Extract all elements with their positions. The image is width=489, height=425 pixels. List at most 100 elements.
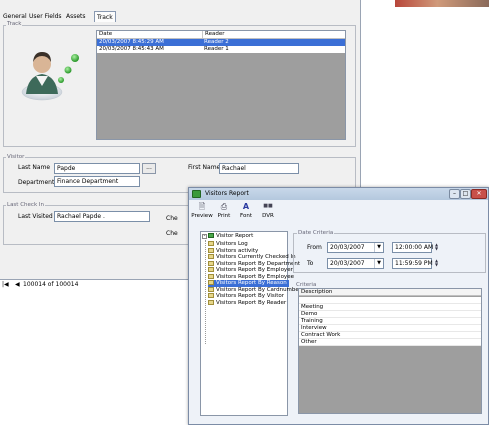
tree-item-label: Visitors Log bbox=[216, 241, 248, 247]
visitors-report-window: Visitors Report – □ ✕ 🗎 Preview ⎙ Print … bbox=[188, 187, 489, 425]
report-icon bbox=[208, 254, 214, 259]
table-row[interactable]: Training bbox=[299, 318, 481, 325]
table-row[interactable]: Demo bbox=[299, 311, 481, 318]
from-date-picker[interactable]: 20/03/2007 ▼ bbox=[327, 242, 384, 253]
tab-user-fields[interactable]: User Fields bbox=[27, 11, 64, 22]
report-window-title: Visitors Report bbox=[205, 190, 249, 197]
tree-connector bbox=[205, 240, 206, 344]
table-row[interactable]: Interview bbox=[299, 325, 481, 332]
report-icon bbox=[208, 247, 214, 253]
table-row[interactable] bbox=[299, 297, 481, 304]
first-name-field[interactable]: Rachael bbox=[219, 163, 299, 174]
font-button[interactable]: A Font bbox=[235, 202, 257, 219]
check-in-legend: Last Check In bbox=[6, 202, 45, 208]
tab-assets[interactable]: Assets bbox=[64, 11, 88, 22]
first-record-icon[interactable]: |◀ bbox=[2, 279, 9, 291]
tree-item-label: Visitors Report By Reason bbox=[216, 280, 287, 286]
tree-item-label: Visitors Report By Reader bbox=[216, 299, 287, 306]
from-date-value: 20/03/2007 bbox=[330, 244, 365, 251]
last-name-label: Last Name bbox=[18, 164, 51, 171]
chevron-down-icon[interactable]: ▼ bbox=[374, 243, 383, 252]
collapse-icon[interactable]: - bbox=[202, 234, 207, 239]
table-row[interactable]: Other bbox=[299, 339, 481, 346]
report-icon bbox=[208, 273, 214, 279]
report-icon bbox=[208, 260, 214, 266]
font-icon: A bbox=[242, 202, 250, 211]
check-label: Che bbox=[166, 215, 178, 222]
print-label: Print bbox=[217, 213, 231, 219]
to-date-value: 20/03/2007 bbox=[330, 260, 365, 267]
maximize-icon[interactable]: □ bbox=[460, 189, 471, 199]
spinner-icon[interactable]: ▲ ▼ bbox=[433, 243, 440, 252]
column-header-date[interactable]: Date bbox=[99, 31, 112, 38]
to-time-field[interactable]: 11:59:59 PM ▲ ▼ bbox=[392, 258, 438, 269]
record-position: 100014 of 100014 bbox=[23, 281, 79, 288]
track-reader-cell: Reader 2 bbox=[204, 39, 229, 45]
report-folder-icon bbox=[208, 233, 214, 238]
print-button[interactable]: ⎙ Print bbox=[213, 202, 235, 219]
spinner-icon[interactable]: ▲ ▼ bbox=[433, 259, 440, 268]
preview-button[interactable]: 🗎 Preview bbox=[191, 202, 213, 219]
user-avatar-icon bbox=[21, 52, 79, 101]
report-icon bbox=[208, 241, 214, 246]
track-grid[interactable]: Date Reader 20/03/2007 8:45:29 AM Reader… bbox=[96, 30, 346, 140]
report-icon bbox=[208, 299, 214, 305]
dvr-button[interactable]: ■■ DVR bbox=[257, 202, 279, 219]
table-row[interactable]: Contract Work bbox=[299, 332, 481, 339]
department-field[interactable]: Finance Department bbox=[54, 176, 140, 187]
tree-item-label: Visitors activity bbox=[216, 247, 259, 254]
report-icon bbox=[208, 286, 214, 292]
chevron-down-icon[interactable]: ▼ bbox=[374, 259, 383, 268]
tree-item-label: Visitors Report By Employer bbox=[216, 267, 293, 273]
previous-record-icon[interactable]: ◀ bbox=[15, 279, 20, 291]
dvr-label: DVR bbox=[262, 213, 274, 219]
report-icon bbox=[208, 293, 214, 298]
table-row[interactable]: Meeting bbox=[299, 304, 481, 311]
track-date-cell: 20/03/2007 8:45:43 AM bbox=[99, 46, 164, 52]
table-row[interactable]: 20/03/2007 8:45:29 AM Reader 2 bbox=[97, 39, 345, 46]
tree-root-label: Visitor Report bbox=[216, 233, 254, 239]
track-reader-cell: Reader 1 bbox=[204, 46, 229, 52]
from-time-field[interactable]: 12:00:00 AM ▲ ▼ bbox=[392, 242, 438, 253]
preview-label: Preview bbox=[191, 213, 213, 219]
tree-root[interactable]: - Visitor Report bbox=[202, 233, 253, 240]
dvr-icon: ■■ bbox=[263, 203, 273, 209]
to-date-picker[interactable]: 20/03/2007 ▼ bbox=[327, 258, 384, 269]
department-label: Department bbox=[18, 179, 55, 186]
date-criteria-group bbox=[293, 233, 486, 273]
table-row[interactable]: 20/03/2007 8:45:43 AM Reader 1 bbox=[97, 46, 345, 53]
last-name-field[interactable]: Papde bbox=[54, 163, 140, 174]
tree-item[interactable]: Visitors Report By Reader bbox=[208, 299, 287, 307]
minimize-icon[interactable]: – bbox=[449, 189, 460, 199]
tree-item-label: Visitors Currently Checked In bbox=[216, 254, 296, 260]
tab-track[interactable]: Track bbox=[94, 11, 116, 22]
report-title-bar[interactable]: Visitors Report – □ ✕ bbox=[189, 188, 488, 200]
column-header-reader[interactable]: Reader bbox=[202, 31, 224, 38]
track-legend: Track bbox=[6, 21, 23, 27]
track-grid-header: Date Reader bbox=[97, 31, 345, 39]
tree-item-label: Visitors Report By Visitor bbox=[216, 293, 285, 299]
to-time-value: 11:59:59 PM bbox=[395, 260, 433, 267]
check-label: Che bbox=[166, 230, 178, 237]
lookup-button[interactable]: ... bbox=[142, 163, 156, 174]
report-tree[interactable]: - Visitor Report Visitors Log Visitors act… bbox=[200, 231, 301, 416]
to-label: To bbox=[307, 260, 314, 267]
date-criteria-legend: Date Criteria bbox=[297, 230, 335, 236]
from-label: From bbox=[307, 244, 322, 251]
tree-item-label: Visitors Report By Employee bbox=[216, 273, 294, 280]
criteria-grid[interactable]: Description Meeting Demo Training Interview… bbox=[298, 288, 482, 414]
column-header-description[interactable]: Description bbox=[299, 289, 481, 296]
visitor-legend: Visitor bbox=[6, 154, 26, 160]
last-visited-label: Last Visited bbox=[18, 213, 53, 220]
font-label: Font bbox=[240, 213, 252, 219]
preview-icon: 🗎 bbox=[198, 202, 206, 211]
last-visited-field[interactable]: Rachael Papde . bbox=[54, 211, 150, 222]
report-app-icon bbox=[192, 190, 201, 198]
corner-image bbox=[395, 0, 489, 7]
tree-item-label: Visitors Report By Cardnumber bbox=[216, 286, 302, 293]
close-icon[interactable]: ✕ bbox=[471, 189, 487, 199]
record-navigator: |◀ ◀ 100014 of 100014 bbox=[0, 279, 190, 291]
report-icon bbox=[208, 267, 214, 272]
report-icon bbox=[208, 280, 214, 285]
track-date-cell: 20/03/2007 8:45:29 AM bbox=[99, 39, 164, 45]
